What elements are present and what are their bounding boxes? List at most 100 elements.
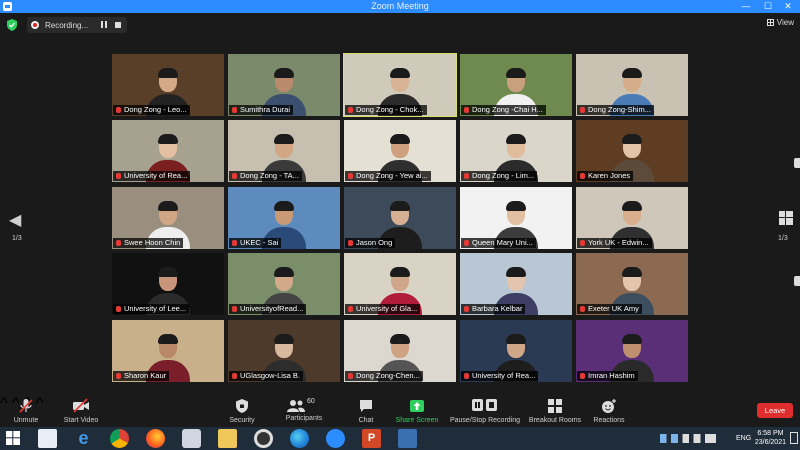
participant-tile[interactable]: Exeter UK Amy	[576, 253, 688, 315]
windows-start-icon[interactable]	[6, 431, 20, 445]
muted-microphone-icon	[116, 306, 121, 312]
encryption-shield-icon[interactable]	[7, 19, 17, 31]
windows-logo-icon	[779, 211, 793, 225]
close-button[interactable]: ✕	[778, 0, 798, 13]
reactions-button[interactable]: Reactions	[590, 395, 628, 427]
security-button[interactable]: Security	[224, 395, 260, 427]
pause-stop-recording-button[interactable]: Pause/Stop Recording	[448, 395, 522, 427]
audio-options-caret-icon[interactable]: ^	[0, 395, 8, 412]
participant-tile[interactable]: Jason Ong	[344, 187, 456, 249]
participant-tile[interactable]: UniversityofRead...	[228, 253, 340, 315]
powerpoint-icon[interactable]: P	[362, 429, 381, 448]
participant-hair	[390, 267, 410, 277]
participant-name-tag: University of Rea...	[461, 371, 539, 381]
snipping-tool-icon[interactable]	[182, 429, 201, 448]
participant-name-tag: University of Gla...	[345, 304, 421, 314]
muted-microphone-icon	[232, 373, 237, 379]
side-panel-tab-icon[interactable]	[794, 158, 800, 168]
participant-tile[interactable]: Swee Hoon Chin	[112, 187, 224, 249]
muted-microphone-icon	[116, 107, 121, 113]
view-button[interactable]: View	[766, 18, 794, 27]
participants-icon-wrap: 60	[287, 398, 321, 414]
chrome-icon[interactable]	[110, 429, 129, 448]
participant-tile[interactable]: Sharon Kaur	[112, 320, 224, 382]
participant-name-tag: Sumithra Durai	[229, 105, 294, 115]
muted-microphone-icon	[464, 107, 469, 113]
grid-view-icon	[766, 19, 774, 26]
video-camera-off-icon	[73, 398, 89, 413]
firefox-icon[interactable]	[146, 429, 165, 448]
participant-tile[interactable]: Sumithra Durai	[228, 54, 340, 116]
participant-tile[interactable]: Dong Zong-Chen...	[344, 320, 456, 382]
maximize-button[interactable]: ☐	[758, 0, 778, 13]
window-title: Zoom Meeting	[371, 1, 429, 11]
participant-hair	[158, 134, 178, 144]
participant-tile[interactable]: Queen Mary Uni...	[460, 187, 572, 249]
edge-icon[interactable]	[290, 429, 309, 448]
participant-tile[interactable]: Dong Zong - TA...	[228, 120, 340, 182]
participant-name-tag: UGlasgow-Lisa B.	[229, 371, 304, 381]
pause-recording-icon[interactable]	[101, 21, 107, 28]
participant-tile[interactable]: Dong Zong - Lim...	[460, 120, 572, 182]
participant-tile[interactable]: University of Gla...	[344, 253, 456, 315]
leave-button[interactable]: Leave	[757, 403, 793, 418]
participant-name: Dong Zong - Leo...	[124, 105, 187, 114]
participant-tile[interactable]: York UK - Edwin...	[576, 187, 688, 249]
stop-recording-icon[interactable]	[115, 22, 121, 28]
start-video-button[interactable]: Start Video	[58, 395, 104, 427]
clock-date: 23/6/2021	[754, 439, 786, 446]
file-explorer-icon[interactable]	[218, 429, 237, 448]
participant-tile[interactable]: University of Rea...	[460, 320, 572, 382]
pause-stop-recording-label: Pause/Stop Recording	[449, 417, 521, 424]
participant-tile[interactable]: Dong Zong-Shim...	[576, 54, 688, 116]
share-screen-button[interactable]: Share Screen	[394, 395, 440, 427]
participant-tile[interactable]: Barbara Kelbar	[460, 253, 572, 315]
participant-name: Dong Zong - TA...	[240, 171, 299, 180]
participant-name-tag: Dong Zong - Lim...	[461, 171, 538, 181]
checklist-app-icon[interactable]	[38, 429, 57, 448]
participant-name-tag: Sharon Kaur	[113, 371, 170, 381]
taskbar-clock[interactable]: 6:58 PM 23/6/2021	[755, 429, 786, 447]
participant-tile[interactable]: Karen Jones	[576, 120, 688, 182]
clock-time: 6:58 PM	[757, 430, 784, 437]
participant-name-tag: Queen Mary Uni...	[461, 238, 536, 248]
participant-name-tag: Dong Zong-Chen...	[345, 371, 423, 381]
participants-icon	[287, 400, 305, 412]
participant-name: Sumithra Durai	[240, 105, 291, 114]
participant-tile[interactable]: Dong Zong - Yew ai...	[344, 120, 456, 182]
participant-hair	[274, 68, 294, 78]
breakout-rooms-button[interactable]: Breakout Rooms	[526, 395, 584, 427]
notifications-icon[interactable]	[790, 432, 798, 444]
participant-tile[interactable]: Imran Hashim	[576, 320, 688, 382]
muted-microphone-icon	[580, 107, 585, 113]
participant-hair	[622, 201, 642, 211]
language-indicator[interactable]: ENG	[736, 435, 751, 442]
participant-tile[interactable]: University of Lee...	[112, 253, 224, 315]
minimize-button[interactable]: —	[736, 0, 756, 13]
muted-microphone-icon	[464, 240, 469, 246]
participant-hair	[158, 267, 178, 277]
internet-explorer-icon[interactable]: e	[74, 429, 93, 448]
camera-app-icon[interactable]	[254, 429, 273, 448]
participant-tile[interactable]: UKEC - Sai	[228, 187, 340, 249]
side-panel-tab-icon[interactable]	[794, 276, 800, 286]
chat-button[interactable]: Chat	[352, 395, 380, 427]
participant-tile[interactable]: Dong Zong - Leo...	[112, 54, 224, 116]
participant-name-tag: Dong Zong-Shim...	[577, 105, 654, 115]
previous-page-arrow-icon[interactable]: ◀	[9, 210, 21, 230]
participant-hair	[506, 334, 526, 344]
document-app-icon[interactable]	[398, 429, 417, 448]
participant-name: UKEC - Sai	[240, 238, 279, 247]
participant-tile[interactable]: Dong Zong - Chok...	[343, 53, 457, 117]
participant-name: Dong Zong - Lim...	[472, 171, 535, 180]
participant-hair	[622, 134, 642, 144]
participants-button[interactable]: 60 Participants	[284, 395, 324, 427]
participant-tile[interactable]: UGlasgow-Lisa B.	[228, 320, 340, 382]
participant-tile[interactable]: University of Rea...	[112, 120, 224, 182]
participant-name-tag: York UK - Edwin...	[577, 238, 652, 248]
muted-microphone-icon	[232, 107, 237, 113]
zoom-taskbar-icon[interactable]	[326, 429, 345, 448]
unmute-button[interactable]: Unmute	[8, 395, 44, 427]
participant-tile[interactable]: Dong Zong -Chai H...	[460, 54, 572, 116]
system-tray-icons[interactable]	[660, 434, 716, 443]
